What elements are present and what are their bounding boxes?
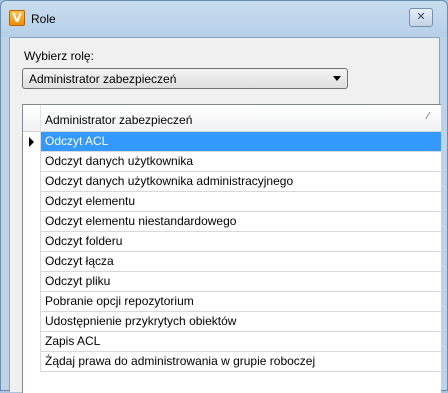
row-header-cell[interactable]: [23, 212, 41, 232]
row-header-cell[interactable]: [23, 152, 41, 172]
window-title: Role: [31, 12, 56, 26]
table-row[interactable]: Odczyt łącza: [23, 252, 441, 272]
sort-indicator-icon: ⁄: [427, 111, 429, 122]
table-row[interactable]: Pobranie opcji repozytorium: [23, 292, 441, 312]
column-header-role[interactable]: Administrator zabezpieczeń: [45, 113, 192, 127]
permission-cell[interactable]: Odczyt elementu: [41, 192, 441, 211]
table-row[interactable]: Odczyt folderu: [23, 232, 441, 252]
chevron-down-icon: [333, 76, 341, 81]
close-icon: ✕: [416, 10, 426, 23]
row-header-cell[interactable]: [23, 252, 41, 272]
grid-header-corner: [23, 105, 41, 132]
current-row-arrow-icon: [29, 137, 34, 147]
table-row[interactable]: Odczyt danych użytkownika: [23, 152, 441, 172]
permission-cell[interactable]: Zapis ACL: [41, 332, 441, 351]
permission-cell[interactable]: Odczyt folderu: [41, 232, 441, 251]
row-header-cell[interactable]: [23, 352, 41, 372]
role-select-dropdown[interactable]: Administrator zabezpieczeń: [22, 68, 348, 89]
row-header-cell[interactable]: [23, 292, 41, 312]
permissions-grid[interactable]: Administrator zabezpieczeń ⁄ Odczyt ACL O…: [22, 104, 441, 393]
permission-cell[interactable]: Odczyt pliku: [41, 272, 441, 291]
row-header-cell[interactable]: [23, 172, 41, 192]
table-row[interactable]: Odczyt danych użytkownika administracyjn…: [23, 172, 441, 192]
table-row[interactable]: Żądaj prawa do administrowania w grupie …: [23, 352, 441, 372]
table-row[interactable]: Odczyt elementu: [23, 192, 441, 212]
vault-app-icon: V: [9, 10, 25, 26]
permission-cell[interactable]: Odczyt danych użytkownika administracyjn…: [41, 172, 441, 191]
table-row[interactable]: Zapis ACL: [23, 332, 441, 352]
dialog-body: Wybierz rolę: Administrator zabezpieczeń…: [9, 37, 441, 393]
row-header-cell[interactable]: [23, 312, 41, 332]
permission-cell[interactable]: Odczyt danych użytkownika: [41, 152, 441, 171]
permission-cell[interactable]: Udostępnienie przykrytych obiektów: [41, 312, 441, 331]
permission-cell[interactable]: Pobranie opcji repozytorium: [41, 292, 441, 311]
grid-header: Administrator zabezpieczeń ⁄: [23, 105, 441, 132]
row-header-cell[interactable]: [23, 272, 41, 292]
row-header-cell[interactable]: [23, 192, 41, 212]
row-header-cell[interactable]: [23, 232, 41, 252]
role-select-value: Administrator zabezpieczeń: [29, 72, 177, 86]
row-header-cell[interactable]: [23, 132, 41, 152]
title-bar[interactable]: V Role ✕: [1, 1, 447, 37]
table-row[interactable]: Odczyt ACL: [23, 132, 441, 152]
role-dialog: V Role ✕ Wybierz rolę: Administrator zab…: [0, 0, 448, 393]
permission-cell[interactable]: Żądaj prawa do administrowania w grupie …: [41, 352, 441, 371]
permissions-list: Odczyt ACL Odczyt danych użytkownika Odczy…: [23, 132, 441, 372]
permission-cell[interactable]: Odczyt ACL: [41, 132, 441, 151]
table-row[interactable]: Udostępnienie przykrytych obiektów: [23, 312, 441, 332]
role-select-label: Wybierz rolę:: [24, 49, 94, 63]
table-row[interactable]: Odczyt pliku: [23, 272, 441, 292]
row-header-cell[interactable]: [23, 332, 41, 352]
close-button[interactable]: ✕: [409, 8, 433, 27]
permission-cell[interactable]: Odczyt elementu niestandardowego: [41, 212, 441, 231]
table-row[interactable]: Odczyt elementu niestandardowego: [23, 212, 441, 232]
permission-cell[interactable]: Odczyt łącza: [41, 252, 441, 271]
